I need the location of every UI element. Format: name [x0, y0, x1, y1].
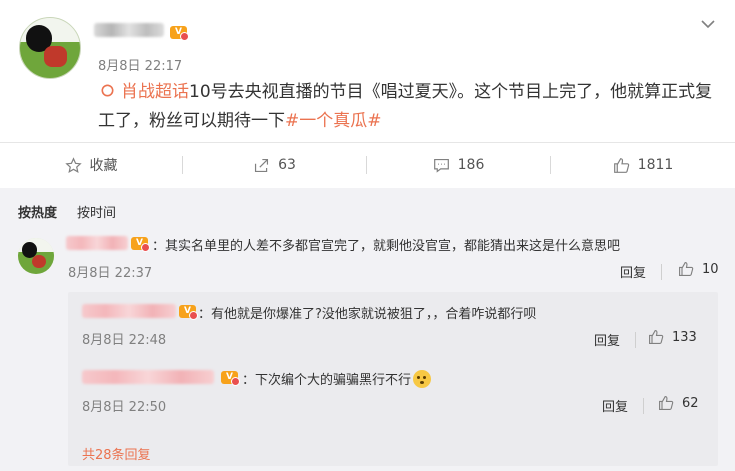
- tab-sort-hot[interactable]: 按热度: [18, 206, 57, 221]
- vip-badge-icon: V: [221, 371, 240, 386]
- reply-like-count: 62: [682, 395, 699, 411]
- comment-time: 8月8日 22:37: [68, 266, 153, 281]
- chevron-down-icon[interactable]: [699, 16, 717, 34]
- like-button[interactable]: 1811: [551, 143, 735, 187]
- share-arrow-icon: [255, 158, 269, 172]
- reply-time: 8月8日 22:50: [82, 400, 167, 415]
- emoji-face-icon: [413, 370, 432, 388]
- thumbs-up-icon: [679, 262, 694, 276]
- favorite-label: 收藏: [89, 158, 118, 174]
- reply-button[interactable]: 回复: [620, 262, 646, 281]
- weibo-post-card: V 8月8日 22:17 肖战超话10号去央视直播的节目《唱过夏天》。这个节目上…: [0, 0, 735, 471]
- reply-text: ：下次编个大的骗骗黑行不行: [242, 369, 432, 388]
- comment-text: ：其实名单里的人差不多都官宣完了，就剩他没官宣，都能猜出来这是什么意思吧: [152, 239, 621, 254]
- author-avatar[interactable]: [19, 17, 81, 79]
- vip-badge-icon: V: [170, 26, 189, 41]
- replier-name-blurred[interactable]: [82, 304, 176, 318]
- comment-count: 186: [457, 157, 485, 173]
- thumbs-up-icon: [659, 396, 674, 410]
- comment-bubble-icon: [433, 158, 449, 173]
- vip-badge-icon: V: [179, 305, 198, 320]
- sort-tabs: 按热度 按时间: [18, 202, 116, 221]
- more-replies-link[interactable]: 共28条回复: [82, 444, 151, 463]
- hashtag-link[interactable]: #一个真瓜#: [285, 111, 382, 131]
- commenter-avatar[interactable]: [18, 238, 54, 274]
- reply-text: ：有他就是你爆准了?没他家就说被狙了，，合着咋说都行呗: [198, 307, 537, 322]
- like-count: 1811: [637, 157, 674, 173]
- commenter-name-blurred[interactable]: [66, 236, 128, 250]
- repost-count: 63: [278, 157, 296, 173]
- comment-button[interactable]: 186: [367, 143, 550, 187]
- topic-link[interactable]: 肖战超话: [121, 82, 189, 102]
- tab-sort-time[interactable]: 按时间: [77, 206, 116, 221]
- comment-like-count: 10: [702, 261, 719, 277]
- replier-name-blurred[interactable]: [82, 370, 214, 384]
- reply-like-button[interactable]: 62: [658, 395, 699, 411]
- super-topic-icon: [99, 82, 116, 99]
- post-body: 肖战超话10号去央视直播的节目《唱过夏天》。这个节目上完了，他就算正式复工了，粉…: [98, 78, 713, 136]
- separator: [635, 332, 636, 348]
- comment-like-button[interactable]: 10: [678, 261, 719, 277]
- author-name-blurred[interactable]: [94, 23, 164, 37]
- reply-like-count: 133: [672, 329, 697, 345]
- replies-box: V ：有他就是你爆准了?没他家就说被狙了，，合着咋说都行呗 8月8日 22:48…: [68, 292, 718, 466]
- post-time[interactable]: 8月8日 22:17: [98, 55, 182, 74]
- comments-section: 按热度 按时间 V ：其实名单里的人差不多都官宣完了，就剩他没官宣，都能猜出来这是…: [0, 188, 735, 471]
- reply-button[interactable]: 回复: [594, 330, 620, 349]
- thumbs-up-icon: [613, 157, 629, 173]
- star-icon: [64, 156, 82, 173]
- post: V 8月8日 22:17 肖战超话10号去央视直播的节目《唱过夏天》。这个节目上…: [0, 0, 735, 142]
- reply-like-button[interactable]: 133: [648, 329, 697, 345]
- vip-badge-icon: V: [131, 237, 150, 252]
- post-text: 10号去央视直播的节目《唱过夏天》。这个节目上完了，他就算正式复工了，粉丝可以期…: [98, 82, 713, 131]
- action-bar: 收藏 63 186 1811: [0, 143, 735, 187]
- reply-button[interactable]: 回复: [602, 396, 628, 415]
- separator: [643, 398, 644, 414]
- thumbs-up-icon: [649, 330, 664, 344]
- reply-time: 8月8日 22:48: [82, 333, 167, 348]
- favorite-button[interactable]: 收藏: [0, 143, 182, 187]
- separator: [661, 264, 662, 280]
- repost-button[interactable]: 63: [183, 143, 366, 187]
